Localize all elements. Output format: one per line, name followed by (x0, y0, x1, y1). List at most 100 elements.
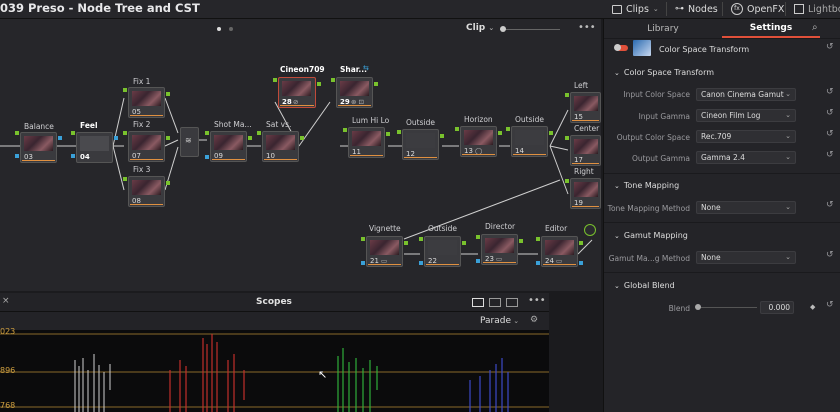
input-color-space-select[interactable]: Canon Cinema Gamut ⌄ (696, 88, 796, 101)
key-input-port[interactable] (15, 154, 19, 158)
node-04[interactable]: 04 (76, 132, 113, 163)
output-port[interactable] (166, 92, 170, 96)
node-24[interactable]: 24 ▭ (541, 236, 578, 267)
reset-icon[interactable]: ↺ (826, 108, 834, 118)
rgb-input-port[interactable] (565, 93, 569, 97)
key-input-port[interactable] (536, 261, 540, 265)
quad-layout-icon[interactable] (506, 298, 518, 307)
node-10[interactable]: 10 (262, 131, 299, 162)
rgb-input-port[interactable] (331, 78, 335, 82)
node-14[interactable]: 14 (511, 126, 548, 157)
nodes-button[interactable]: ⊶ Nodes (675, 0, 718, 18)
output-port[interactable] (300, 136, 304, 140)
node-05[interactable]: 05 (128, 87, 165, 118)
output-node[interactable] (584, 224, 596, 236)
search-icon[interactable]: ⌕ (812, 22, 818, 33)
rgb-input-port[interactable] (455, 127, 459, 131)
rgb-input-port[interactable] (536, 237, 540, 241)
rgb-input-port[interactable] (123, 131, 127, 135)
tone-mapping-method-select[interactable]: None ⌄ (696, 201, 796, 214)
output-port[interactable] (317, 82, 321, 86)
rgb-input-port[interactable] (273, 78, 277, 82)
rgb-input-port[interactable] (15, 131, 19, 135)
node-21[interactable]: 21 ▭ (366, 236, 403, 267)
output-port[interactable] (549, 131, 553, 135)
node-19[interactable]: 19 (570, 178, 601, 209)
rgb-input-port[interactable] (123, 88, 127, 92)
rgb-input-port[interactable] (71, 131, 75, 135)
reset-icon[interactable]: ↺ (826, 200, 834, 210)
node-17[interactable]: 17 (570, 135, 601, 166)
key-input-port[interactable] (419, 261, 423, 265)
output-port[interactable] (519, 239, 523, 243)
reset-icon[interactable]: ↺ (826, 300, 834, 310)
output-port[interactable] (58, 136, 62, 140)
output-color-space-select[interactable]: Rec.709 ⌄ (696, 130, 796, 143)
lightbox-button[interactable]: Lightbox (794, 0, 840, 18)
clips-button[interactable]: Clips ⌄ (612, 0, 659, 18)
blend-value-field[interactable]: 0.000 (760, 301, 794, 314)
rgb-input-port[interactable] (123, 177, 127, 181)
input-gamma-select[interactable]: Cineon Film Log ⌄ (696, 109, 796, 122)
rgb-input-port[interactable] (476, 235, 480, 239)
rgb-input-port[interactable] (361, 237, 365, 241)
node-29[interactable]: 29 ⊛ ⊡ (336, 77, 373, 108)
node-28[interactable]: 28 ⊘ (278, 77, 316, 108)
output-port[interactable] (166, 136, 170, 140)
output-port[interactable] (498, 131, 502, 135)
rgb-input-port[interactable] (343, 128, 347, 132)
output-port[interactable] (374, 82, 378, 86)
output-port[interactable] (579, 241, 583, 245)
rgb-input-port[interactable] (419, 237, 423, 241)
output-port[interactable] (462, 241, 466, 245)
blend-slider[interactable] (697, 307, 757, 308)
node-15[interactable]: 15 (570, 92, 601, 123)
scope-settings-icon[interactable]: ⚙ (530, 315, 538, 325)
output-port[interactable] (404, 241, 408, 245)
parade-mode-select[interactable]: Parade ⌄ (480, 316, 519, 326)
single-layout-icon[interactable] (472, 298, 484, 307)
section-global-blend[interactable]: ⌄ Global Blend (614, 281, 675, 290)
rgb-input-port[interactable] (205, 131, 209, 135)
reset-icon[interactable]: ↺ (826, 150, 834, 160)
reset-icon[interactable]: ↺ (826, 129, 834, 139)
key-input-port[interactable] (205, 155, 209, 159)
tab-library[interactable]: Library (604, 19, 722, 38)
rgb-input-port[interactable] (257, 131, 261, 135)
node-11[interactable]: 11 (348, 127, 385, 158)
layer-mixer-node[interactable]: ≋ (180, 127, 199, 157)
node-03[interactable]: 03 (20, 132, 57, 163)
output-port[interactable] (386, 132, 390, 136)
close-icon[interactable]: × (2, 296, 10, 306)
tab-settings[interactable]: Settings (722, 19, 820, 38)
node-09[interactable]: 09 (210, 131, 247, 162)
output-port[interactable] (248, 136, 252, 140)
key-input-port[interactable] (476, 259, 480, 263)
rgb-input-port[interactable] (565, 136, 569, 140)
openfx-button[interactable]: fx OpenFX (731, 0, 784, 18)
node-13[interactable]: 13 ◯ (460, 126, 497, 157)
rgb-input-port[interactable] (397, 130, 401, 134)
key-input-port[interactable] (71, 154, 75, 158)
output-port[interactable] (114, 136, 118, 140)
reset-icon[interactable]: ↺ (826, 42, 834, 52)
rgb-input-port[interactable] (565, 179, 569, 183)
rgb-input-port[interactable] (506, 127, 510, 131)
reset-icon[interactable]: ↺ (826, 250, 834, 260)
output-port[interactable] (440, 134, 444, 138)
blend-slider-handle[interactable] (695, 304, 701, 310)
more-options-icon[interactable]: ••• (528, 295, 546, 306)
section-color-space-transform[interactable]: ⌄ Color Space Transform (614, 68, 714, 77)
node-07[interactable]: 07 (128, 131, 165, 162)
node-22[interactable]: 22 (424, 236, 461, 267)
keyframe-icon[interactable]: ◆ (810, 303, 815, 311)
node-08[interactable]: 08 (128, 176, 165, 207)
section-tone-mapping[interactable]: ⌄ Tone Mapping (614, 181, 679, 190)
node-12[interactable]: 12 (402, 129, 439, 160)
key-output-port[interactable] (579, 261, 583, 265)
node-23[interactable]: 23 ▭ (481, 234, 518, 265)
reset-icon[interactable]: ↺ (826, 87, 834, 97)
gamut-mapping-method-select[interactable]: None ⌄ (696, 251, 796, 264)
key-input-port[interactable] (361, 261, 365, 265)
output-port[interactable] (166, 181, 170, 185)
